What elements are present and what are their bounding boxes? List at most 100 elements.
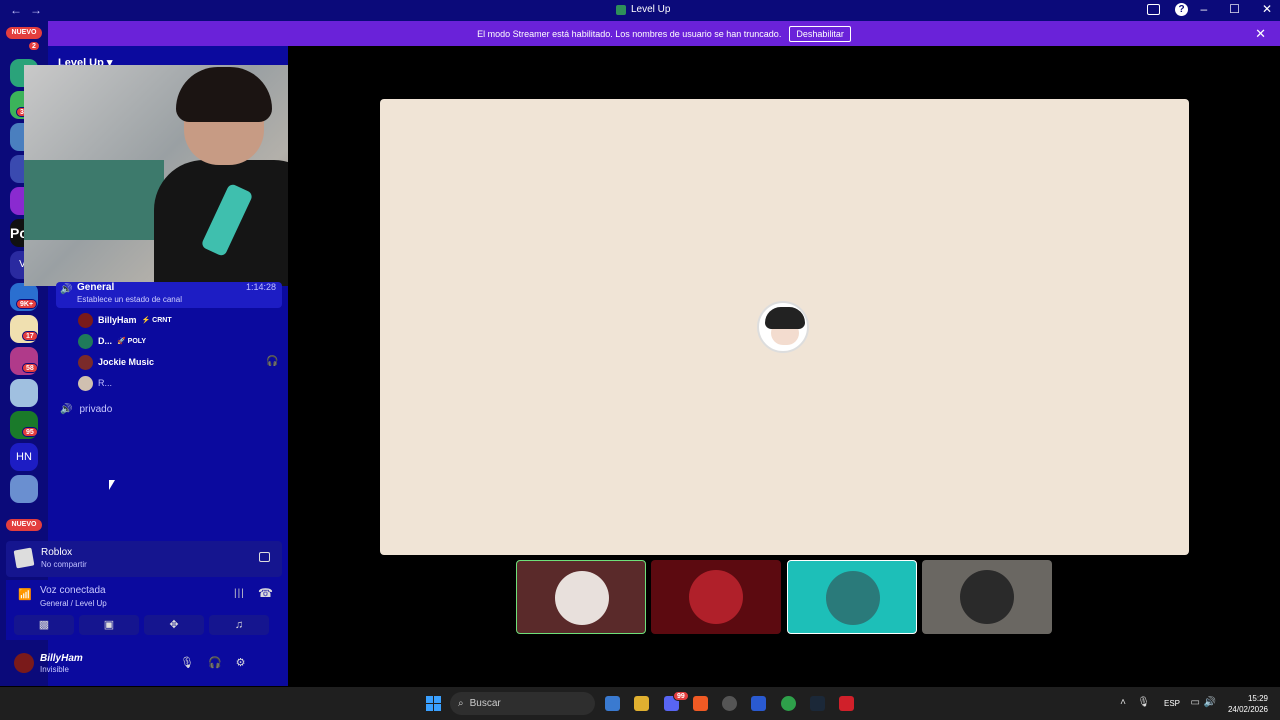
voice-panel: 📶 Voz conectada General / Level Up ||| ☎… [6, 580, 282, 640]
camera-off-button[interactable]: ▩ [14, 615, 74, 635]
volume-icon[interactable]: 🔊 [1204, 697, 1216, 708]
badge: 58 [22, 363, 38, 373]
activity-panel: Roblox No compartir [6, 541, 282, 577]
close-window-icon[interactable]: ✕ [1262, 2, 1272, 16]
avatar [689, 570, 743, 624]
app-icon [616, 4, 626, 15]
badge: 17 [22, 331, 38, 341]
member-name: D... [98, 336, 113, 346]
voice-member[interactable]: D... 🚀 POLY [78, 332, 146, 350]
mouse-cursor [109, 480, 115, 490]
clock-date: 24/02/2026 [1227, 705, 1268, 714]
chrome-icon[interactable] [781, 696, 796, 711]
voice-member[interactable]: R... [78, 374, 112, 392]
maximize-icon[interactable]: ☐ [1229, 2, 1240, 16]
help-icon[interactable]: ? [1175, 3, 1188, 16]
microphone-icon[interactable]: 🎙 [1137, 697, 1150, 708]
activity-subtitle: No compartir [41, 560, 87, 569]
back-arrow-icon[interactable]: ← [10, 3, 30, 17]
activity-title: Roblox [41, 547, 73, 558]
minimize-icon[interactable]: – [1200, 2, 1207, 16]
window-title-text: Level Up [631, 4, 671, 15]
channel-name: privado [79, 404, 113, 415]
search-icon: ⌕ [458, 698, 464, 709]
avatar [78, 354, 93, 370]
user-status: Invisible [40, 665, 69, 674]
avatar [960, 570, 1014, 624]
participant-tile[interactable] [922, 560, 1052, 634]
voice-status[interactable]: Voz conectada [40, 585, 106, 596]
gear-icon[interactable]: ⚙ [236, 656, 246, 669]
voice-member[interactable]: BillyHam ⚡ CRNT [78, 311, 172, 329]
close-app-icon[interactable] [839, 696, 854, 711]
participant-tile[interactable] [516, 560, 646, 634]
window-controls: – ☐ ✕ [1200, 2, 1272, 16]
member-name: Jockie Music [98, 357, 155, 367]
server-icon[interactable] [10, 379, 38, 407]
banner-message: El modo Streamer está habilitado. Los no… [477, 28, 782, 39]
webcam-bed [24, 160, 164, 240]
disable-button[interactable]: Deshabilitar [789, 25, 851, 42]
close-banner-icon[interactable]: ✕ [1255, 26, 1266, 42]
taskbar: ⌕ Buscar 99 ˄ 🎙 ESP ▭ 🔊 15:29 24/02/2026 [0, 687, 1280, 720]
folder-icon[interactable] [634, 696, 649, 711]
headset-icon: 🎧 [266, 356, 279, 367]
participant-tile[interactable] [787, 560, 917, 634]
channel-general[interactable]: 🔊 General Establece un estado de canal 1… [56, 282, 282, 308]
voice-member[interactable]: Jockie Music [78, 353, 154, 371]
window-title: Level Up [616, 4, 670, 15]
badge: 95 [22, 427, 38, 437]
channel-timer: 1:14:28 [245, 282, 276, 292]
app-icon[interactable] [751, 696, 766, 711]
user-panel: BillyHam Invisible 🎙 🎧 ⚙ [6, 646, 282, 682]
forward-arrow-icon[interactable]: → [30, 3, 50, 17]
share-screen-icon[interactable] [259, 552, 270, 562]
noise-suppression-icon[interactable]: ||| [234, 588, 245, 599]
participant-tile[interactable] [651, 560, 781, 634]
title-bar: ←→ Level Up ? – ☐ ✕ [0, 0, 1280, 21]
avatar [826, 571, 880, 625]
windows-start-icon[interactable] [426, 696, 441, 711]
server-icon[interactable] [10, 475, 38, 503]
cast-icon[interactable] [1147, 4, 1160, 15]
disconnect-icon[interactable]: ☎ [258, 586, 273, 600]
avatar-hair [765, 307, 805, 329]
member-name: BillyHam [98, 315, 137, 325]
nav-arrows[interactable]: ←→ [10, 3, 50, 17]
badge: 2 [28, 41, 40, 51]
monitor-icon[interactable]: ▭ [1191, 697, 1200, 708]
soundboard-button[interactable]: ♫ [209, 615, 269, 635]
steam-icon[interactable] [810, 696, 825, 711]
server-icon[interactable]: HN [10, 443, 38, 471]
avatar [555, 571, 609, 625]
speaker-avatar [757, 301, 809, 353]
roblox-icon [13, 547, 35, 569]
activities-button[interactable]: ✥ [144, 615, 204, 635]
screen-share-button[interactable]: ▣ [79, 615, 139, 635]
clock-time: 15:29 [1247, 694, 1268, 703]
streamer-banner: El modo Streamer está habilitado. Los no… [48, 21, 1280, 46]
headphones-icon[interactable]: 🎧 [208, 656, 222, 669]
badge: 9K+ [16, 299, 38, 309]
voice-channel[interactable]: General / Level Up [40, 599, 107, 608]
brave-icon[interactable] [693, 696, 708, 711]
new-badge: NUEVO [6, 27, 42, 39]
avatar [78, 375, 93, 391]
signal-icon[interactable]: 📶 [18, 588, 32, 601]
microphone-icon[interactable]: 🎙 [180, 656, 194, 669]
github-icon[interactable] [722, 696, 737, 711]
channel-status[interactable]: Establece un estado de canal [77, 295, 182, 304]
user-name[interactable]: BillyHam [40, 653, 83, 664]
avatar[interactable] [14, 653, 34, 673]
search-label: Buscar [469, 698, 501, 709]
chevron-up-icon[interactable]: ˄ [1120, 697, 1126, 708]
clock[interactable]: 15:29 24/02/2026 [1228, 693, 1268, 715]
channel-name: General [77, 282, 115, 293]
taskbar-search[interactable]: ⌕ Buscar [450, 692, 595, 715]
webcam-hair [176, 67, 272, 122]
speaker-icon: 🔊 [60, 404, 73, 415]
avatar [78, 312, 93, 328]
channel-private[interactable]: 🔊 privado [60, 404, 112, 415]
store-icon[interactable] [605, 696, 620, 711]
language-indicator[interactable]: ESP [1164, 699, 1180, 708]
